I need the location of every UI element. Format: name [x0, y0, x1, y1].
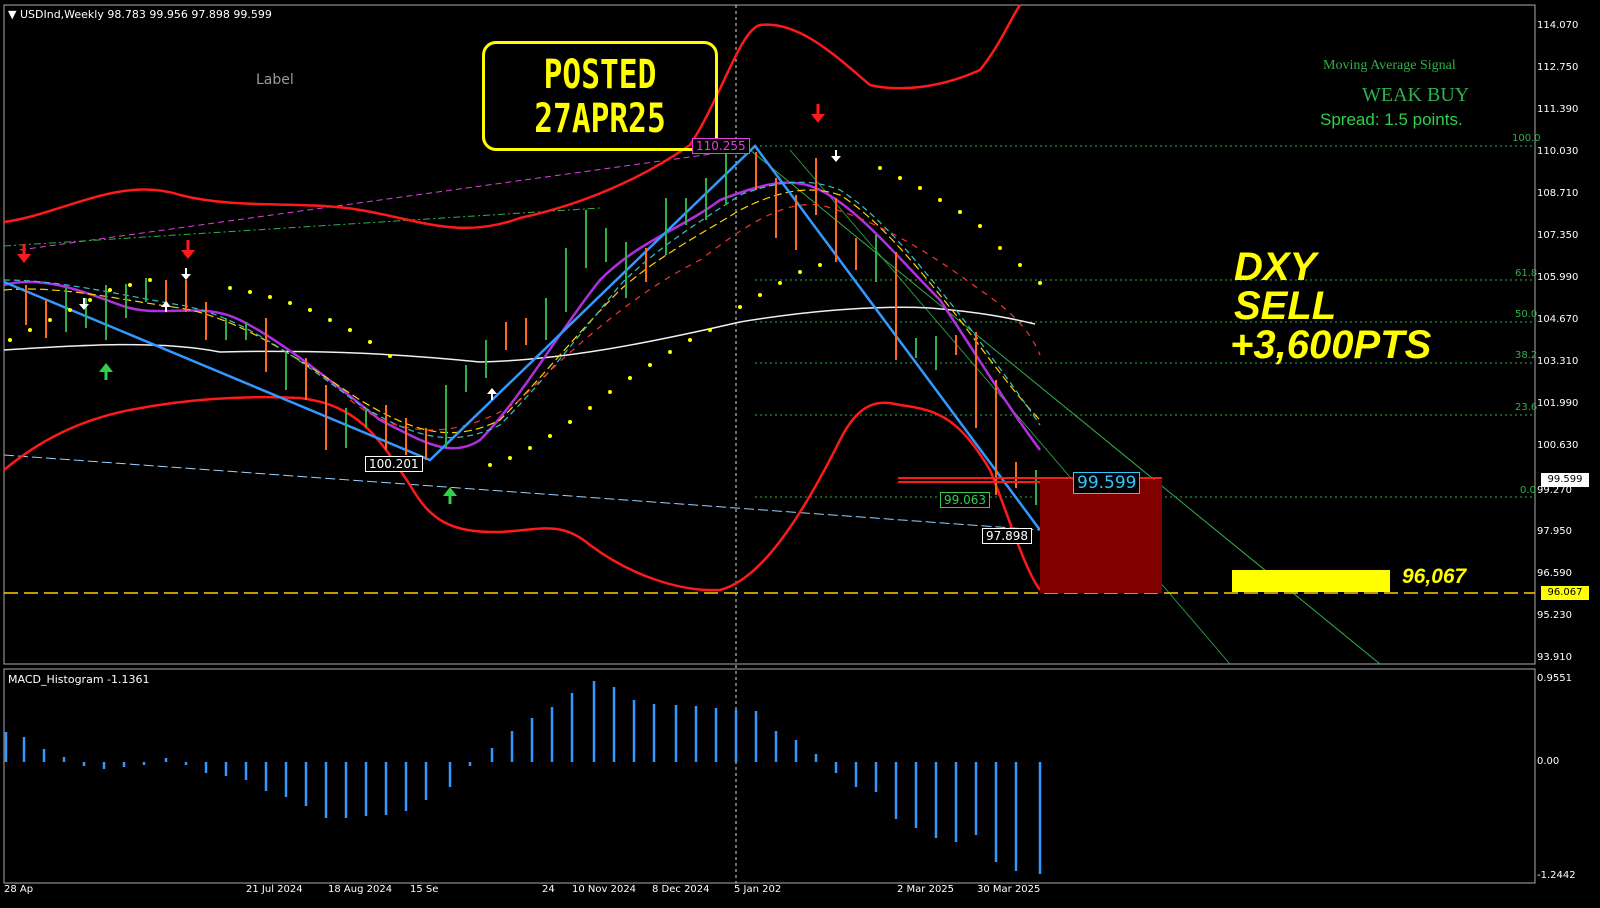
price-axis-label: 100.630: [1537, 440, 1579, 451]
fib-236: 23.6: [1515, 402, 1538, 413]
macd-frame: [3, 668, 1536, 884]
fib-100: 100.0: [1512, 133, 1541, 144]
price-axis-label: 96.590: [1537, 568, 1572, 579]
ma-signal-value: WEAK BUY: [1362, 84, 1470, 106]
price-axis-label: 111.390: [1537, 104, 1579, 115]
sell-zone-box: [1040, 480, 1162, 593]
buy-arrow-icon: [99, 363, 457, 504]
low-label-right: 97.898: [982, 528, 1032, 544]
price-bars: [25, 150, 1037, 505]
target-value-label: 96,067: [1402, 565, 1467, 588]
price-axis-label: 110.030: [1537, 146, 1579, 157]
current-price-tag: 99.599: [1541, 473, 1589, 487]
low-label-left: 100.201: [365, 456, 423, 472]
posted-line-2: 27APR25: [534, 96, 666, 142]
parabolic-sar: [8, 166, 1042, 467]
price-axis-label: 103.310: [1537, 356, 1579, 367]
time-axis-label: 21 Jul 2024: [246, 884, 303, 895]
time-axis-label: 30 Mar 2025: [977, 884, 1041, 895]
price-axis-label: 101.990: [1537, 398, 1579, 409]
time-axis-label: 10 Nov 2024: [572, 884, 637, 895]
current-price-box: 99.599: [1073, 472, 1141, 494]
price-axis-label: 93.910: [1537, 652, 1572, 663]
lower-trend-line: [3, 454, 1041, 531]
macd-axis-label: 0.9551: [1537, 673, 1572, 684]
time-axis-label: 5 Jan 202: [734, 884, 782, 895]
big-line-2: SELL: [1234, 284, 1337, 328]
target-price-tag: 96.067: [1541, 586, 1589, 600]
spread-text: Spread: 1.5 points.: [1320, 110, 1463, 129]
fib-50: 50.0: [1515, 309, 1538, 320]
posted-stamp: POSTED 27APR25: [482, 41, 718, 151]
time-axis-label: 28 Ap: [4, 884, 34, 895]
fib-0: 0.0: [1520, 485, 1536, 496]
macd-axis-label: -1.2442: [1537, 870, 1576, 881]
macd-axis-label: 0.00: [1537, 756, 1560, 767]
big-line-3: +3,600PTS: [1230, 323, 1432, 367]
fib-382: 38.2: [1515, 350, 1538, 361]
zigzag-line: [3, 144, 1042, 531]
price-axis-label: 112.750: [1537, 62, 1579, 73]
price-axis-label: 114.070: [1537, 20, 1579, 31]
time-axis-label: 15 Se: [410, 884, 439, 895]
ma-signal-title: Moving Average Signal: [1323, 58, 1456, 73]
bollinger-lower: [3, 395, 1042, 592]
label-object[interactable]: Label: [256, 72, 294, 88]
time-axis-label: 2 Mar 2025: [897, 884, 955, 895]
ma-purple: [3, 181, 1042, 451]
fib-618: 61.8: [1515, 268, 1538, 279]
price-axis-label: 97.950: [1537, 526, 1572, 537]
price-axis-label: 95.230: [1537, 610, 1572, 621]
label-99063: 99.063: [940, 492, 990, 508]
fibonacci-levels: [755, 145, 1535, 498]
symbol-info: USDInd,Weekly 98.783 99.956 97.898 99.59…: [19, 8, 272, 21]
macd-histogram: [4, 681, 1042, 874]
price-axis-label: 105.990: [1537, 272, 1579, 283]
target-bar: [1232, 570, 1390, 592]
dropdown-triangle-icon[interactable]: ▼: [8, 8, 16, 21]
chart-header: ▼ USDInd,Weekly 98.783 99.956 97.898 99.…: [8, 8, 272, 21]
ma-red-dashed: [349, 203, 1041, 431]
high-label: 110.255: [692, 138, 750, 154]
chart-canvas[interactable]: [0, 0, 1600, 908]
macd-header: MACD_Histogram -1.1361: [8, 673, 150, 686]
price-axis-label: 104.670: [1537, 314, 1579, 325]
time-axis-label: 8 Dec 2024: [652, 884, 710, 895]
time-axis-label: 24: [542, 884, 555, 895]
posted-line-1: POSTED: [543, 52, 657, 98]
upper-trend-line: [19, 149, 741, 251]
price-axis-label: 107.350: [1537, 230, 1579, 241]
big-line-1: DXY: [1234, 245, 1317, 289]
time-axis-label: 18 Aug 2024: [328, 884, 393, 895]
price-axis-label: 108.710: [1537, 188, 1579, 199]
